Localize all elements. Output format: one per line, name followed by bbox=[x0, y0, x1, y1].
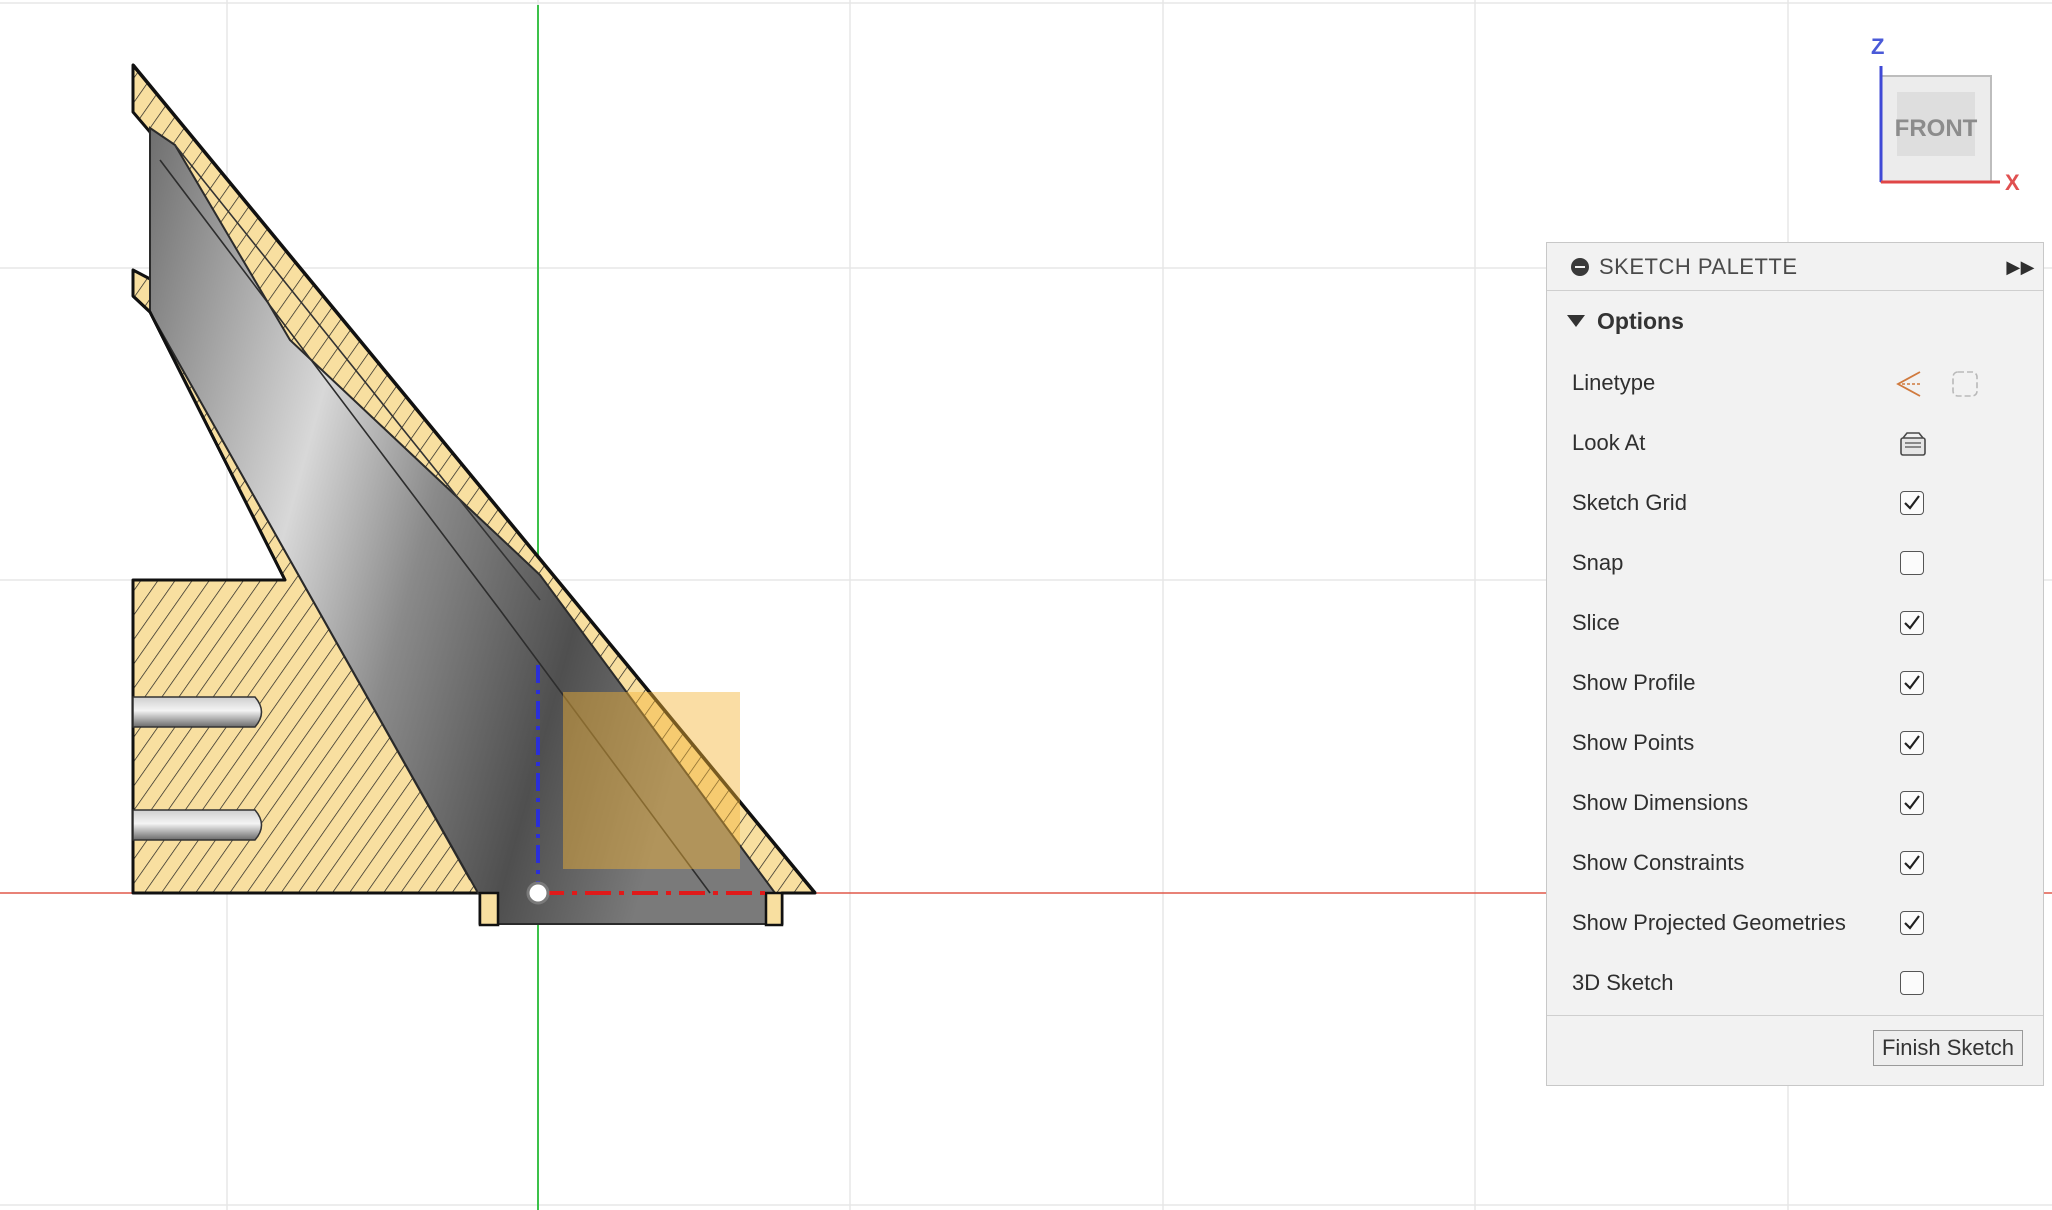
row-label: Look At bbox=[1572, 430, 1646, 455]
row-label: Show Dimensions bbox=[1572, 790, 1749, 815]
slice-checkbox[interactable] bbox=[1900, 611, 1924, 635]
options-section-title: Options bbox=[1597, 307, 1684, 334]
linetype-centerline-icon[interactable] bbox=[1950, 369, 1980, 399]
origin-point[interactable] bbox=[526, 881, 550, 905]
row-snap: Snap bbox=[1547, 533, 2043, 593]
view-cube-face-label[interactable]: FRONT bbox=[1895, 115, 1978, 142]
row-show-constraints: Show Constraints bbox=[1547, 833, 2043, 893]
row-label: Slice bbox=[1572, 610, 1620, 635]
snap-checkbox[interactable] bbox=[1900, 551, 1924, 575]
minus-circle-icon[interactable] bbox=[1571, 257, 1589, 276]
row-show-profile: Show Profile bbox=[1547, 653, 2043, 713]
palette-header[interactable]: SKETCH PALETTE ▶▶ bbox=[1547, 243, 2043, 291]
checkmark-icon bbox=[1904, 735, 1920, 750]
row-show-projected-geometries: Show Projected Geometries bbox=[1547, 893, 2043, 953]
finish-sketch-button[interactable]: Finish Sketch bbox=[1872, 1030, 2023, 1066]
linetype-construction-icon[interactable] bbox=[1894, 369, 1924, 399]
sketch-grid-checkbox[interactable] bbox=[1900, 491, 1924, 515]
double-chevron-right-icon[interactable]: ▶▶ bbox=[2006, 257, 2035, 278]
axis-z-label: Z bbox=[1871, 34, 1884, 59]
sketch-palette: SKETCH PALETTE ▶▶ Options Linetype Look … bbox=[1546, 242, 2044, 1086]
row-label: Show Profile bbox=[1572, 670, 1696, 695]
palette-footer: Finish Sketch bbox=[1547, 1015, 2043, 1086]
profile-highlight bbox=[563, 692, 740, 869]
look-at-icon[interactable] bbox=[1898, 429, 1928, 459]
show-profile-checkbox[interactable] bbox=[1900, 671, 1924, 695]
show-points-checkbox[interactable] bbox=[1900, 731, 1924, 755]
triangle-down-icon bbox=[1567, 315, 1585, 327]
row-slice: Slice bbox=[1547, 593, 2043, 653]
show-dimensions-checkbox[interactable] bbox=[1900, 791, 1924, 815]
row-show-dimensions: Show Dimensions bbox=[1547, 773, 2043, 833]
palette-title: SKETCH PALETTE bbox=[1599, 253, 1798, 279]
row-look-at: Look At bbox=[1547, 413, 2043, 473]
axis-x-label: X bbox=[2005, 170, 2020, 195]
options-section-header[interactable]: Options bbox=[1547, 291, 2043, 351]
show-projected-geometries-checkbox[interactable] bbox=[1900, 911, 1924, 935]
row-label: 3D Sketch bbox=[1572, 970, 1674, 995]
row-label: Snap bbox=[1572, 550, 1624, 575]
view-cube[interactable]: FRONT Z X bbox=[1855, 30, 2025, 200]
checkmark-icon bbox=[1904, 675, 1920, 690]
row-label: Show Constraints bbox=[1572, 850, 1745, 875]
row-3d-sketch: 3D Sketch bbox=[1547, 953, 2043, 1013]
checkmark-icon bbox=[1904, 495, 1920, 510]
checkmark-icon bbox=[1904, 615, 1920, 630]
row-show-points: Show Points bbox=[1547, 713, 2043, 773]
row-linetype: Linetype bbox=[1547, 353, 2043, 413]
show-constraints-checkbox[interactable] bbox=[1900, 851, 1924, 875]
checkmark-icon bbox=[1904, 795, 1920, 810]
row-label: Linetype bbox=[1572, 370, 1656, 395]
checkmark-icon bbox=[1904, 855, 1920, 870]
row-label: Show Points bbox=[1572, 730, 1695, 755]
row-sketch-grid: Sketch Grid bbox=[1547, 473, 2043, 533]
checkmark-icon bbox=[1904, 915, 1920, 930]
row-label: Sketch Grid bbox=[1572, 490, 1687, 515]
3d-sketch-checkbox[interactable] bbox=[1900, 971, 1924, 995]
row-label: Show Projected Geometries bbox=[1572, 910, 1846, 935]
